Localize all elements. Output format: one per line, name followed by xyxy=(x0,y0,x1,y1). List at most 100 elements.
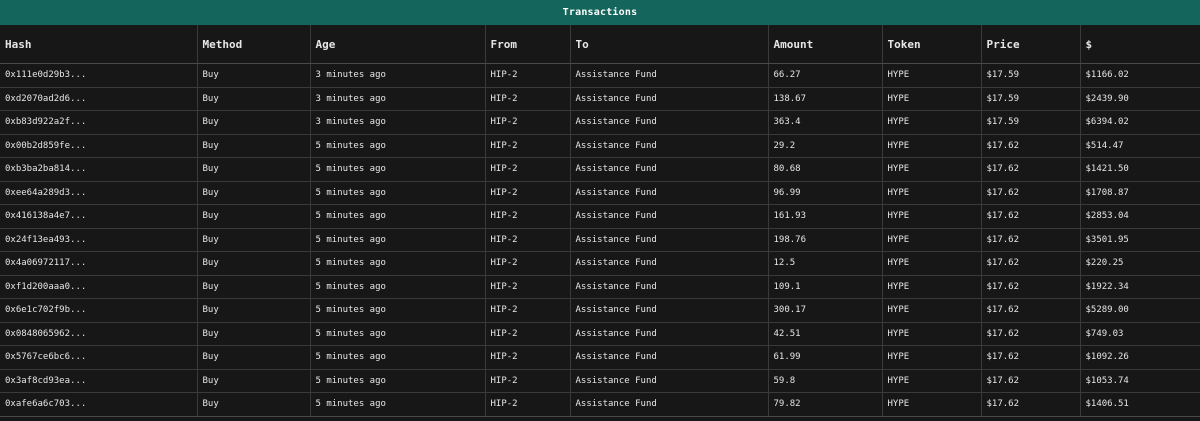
from-cell[interactable]: HIP-2 xyxy=(485,322,571,346)
method-cell: Buy xyxy=(197,322,311,346)
column-header-hash[interactable]: Hash xyxy=(0,25,198,64)
token-cell[interactable]: HYPE xyxy=(882,87,982,111)
from-cell[interactable]: HIP-2 xyxy=(485,369,571,393)
usd-value-cell: $1421.50 xyxy=(1080,157,1200,182)
token-cell[interactable]: HYPE xyxy=(882,345,982,370)
table-row[interactable]: 0x24f13ea493... Buy 5 minutes ago HIP-2 Assi… xyxy=(0,228,1200,252)
token-cell[interactable]: HYPE xyxy=(882,392,982,417)
hash-cell[interactable]: 0x416138a4e7... xyxy=(0,204,198,229)
from-cell[interactable]: HIP-2 xyxy=(485,63,571,88)
table-row[interactable]: 0x4a06972117... Buy 5 minutes ago HIP-2 Assi… xyxy=(0,251,1200,276)
from-cell[interactable]: HIP-2 xyxy=(485,134,571,158)
token-cell[interactable]: HYPE xyxy=(882,157,982,182)
to-cell[interactable]: Assistance Fund xyxy=(570,251,769,276)
hash-cell[interactable]: 0x4a06972117... xyxy=(0,251,198,276)
amount-cell: 109.1 xyxy=(768,275,883,299)
token-cell[interactable]: HYPE xyxy=(882,204,982,229)
to-cell[interactable]: Assistance Fund xyxy=(570,63,769,88)
to-cell[interactable]: Assistance Fund xyxy=(570,228,769,252)
table-row[interactable]: 0xb83d922a2f... Buy 3 minutes ago HIP-2 Assi… xyxy=(0,110,1200,135)
hash-cell[interactable]: 0xb3ba2ba814... xyxy=(0,157,198,182)
column-header-usd[interactable]: $ xyxy=(1080,25,1200,64)
transactions-window: Transactions Hash Method Age From To Amo… xyxy=(0,0,1200,421)
from-cell[interactable]: HIP-2 xyxy=(485,181,571,205)
age-cell: 5 minutes ago xyxy=(310,392,486,417)
column-header-amount[interactable]: Amount xyxy=(768,25,883,64)
hash-cell[interactable]: 0x00b2d859fe... xyxy=(0,134,198,158)
to-cell[interactable]: Assistance Fund xyxy=(570,134,769,158)
from-cell[interactable]: HIP-2 xyxy=(485,345,571,370)
table-row[interactable]: 0xafe6a6c703... Buy 5 minutes ago HIP-2 Assi… xyxy=(0,392,1200,417)
hash-cell[interactable]: 0x24f13ea493... xyxy=(0,228,198,252)
from-cell[interactable]: HIP-2 xyxy=(485,392,571,417)
token-cell[interactable]: HYPE xyxy=(882,110,982,135)
age-cell: 5 minutes ago xyxy=(310,228,486,252)
usd-value-cell: $1092.26 xyxy=(1080,345,1200,370)
age-cell: 3 minutes ago xyxy=(310,87,486,111)
token-cell[interactable]: HYPE xyxy=(882,298,982,323)
from-cell[interactable]: HIP-2 xyxy=(485,157,571,182)
table-row[interactable]: 0x111e0d29b3... Buy 3 minutes ago HIP-2 Assi… xyxy=(0,63,1200,88)
hash-cell[interactable]: 0x111e0d29b3... xyxy=(0,63,198,88)
method-cell: Buy xyxy=(197,87,311,111)
to-cell[interactable]: Assistance Fund xyxy=(570,322,769,346)
token-cell[interactable]: HYPE xyxy=(882,228,982,252)
to-cell[interactable]: Assistance Fund xyxy=(570,204,769,229)
hash-cell[interactable]: 0xd2070ad2d6... xyxy=(0,87,198,111)
column-header-token[interactable]: Token xyxy=(882,25,982,64)
column-header-age[interactable]: Age xyxy=(310,25,486,64)
hash-cell[interactable]: 0xf1d200aaa0... xyxy=(0,275,198,299)
from-cell[interactable]: HIP-2 xyxy=(485,251,571,276)
method-cell: Buy xyxy=(197,392,311,417)
hash-cell[interactable]: 0x0848065962... xyxy=(0,322,198,346)
token-cell[interactable]: HYPE xyxy=(882,63,982,88)
to-cell[interactable]: Assistance Fund xyxy=(570,298,769,323)
to-cell[interactable]: Assistance Fund xyxy=(570,275,769,299)
table-row[interactable]: 0xd2070ad2d6... Buy 3 minutes ago HIP-2 Assi… xyxy=(0,87,1200,111)
usd-value-cell: $514.47 xyxy=(1080,134,1200,158)
table-row[interactable]: 0x3af8cd93ea... Buy 5 minutes ago HIP-2 Assi… xyxy=(0,369,1200,393)
column-header-method[interactable]: Method xyxy=(197,25,311,64)
from-cell[interactable]: HIP-2 xyxy=(485,298,571,323)
column-header-from[interactable]: From xyxy=(485,25,571,64)
from-cell[interactable]: HIP-2 xyxy=(485,228,571,252)
from-cell[interactable]: HIP-2 xyxy=(485,110,571,135)
to-cell[interactable]: Assistance Fund xyxy=(570,157,769,182)
column-header-to[interactable]: To xyxy=(570,25,769,64)
hash-cell[interactable]: 0xee64a289d3... xyxy=(0,181,198,205)
method-cell: Buy xyxy=(197,228,311,252)
usd-value-cell: $6394.02 xyxy=(1080,110,1200,135)
hash-cell[interactable]: 0x6e1c702f9b... xyxy=(0,298,198,323)
to-cell[interactable]: Assistance Fund xyxy=(570,392,769,417)
amount-cell: 42.51 xyxy=(768,322,883,346)
usd-value-cell: $1708.87 xyxy=(1080,181,1200,205)
hash-cell[interactable]: 0xb83d922a2f... xyxy=(0,110,198,135)
hash-cell[interactable]: 0xafe6a6c703... xyxy=(0,392,198,417)
column-header-price[interactable]: Price xyxy=(981,25,1081,64)
from-cell[interactable]: HIP-2 xyxy=(485,204,571,229)
to-cell[interactable]: Assistance Fund xyxy=(570,110,769,135)
to-cell[interactable]: Assistance Fund xyxy=(570,369,769,393)
table-row[interactable]: 0x00b2d859fe... Buy 5 minutes ago HIP-2 Assi… xyxy=(0,134,1200,158)
table-row[interactable]: 0x6e1c702f9b... Buy 5 minutes ago HIP-2 Assi… xyxy=(0,298,1200,323)
table-row[interactable]: 0x5767ce6bc6... Buy 5 minutes ago HIP-2 Assi… xyxy=(0,345,1200,370)
token-cell[interactable]: HYPE xyxy=(882,275,982,299)
hash-cell[interactable]: 0x3af8cd93ea... xyxy=(0,369,198,393)
token-cell[interactable]: HYPE xyxy=(882,181,982,205)
token-cell[interactable]: HYPE xyxy=(882,134,982,158)
token-cell[interactable]: HYPE xyxy=(882,322,982,346)
table-row[interactable]: 0x0848065962... Buy 5 minutes ago HIP-2 Assi… xyxy=(0,322,1200,346)
hash-cell[interactable]: 0x5767ce6bc6... xyxy=(0,345,198,370)
table-row[interactable]: 0xf1d200aaa0... Buy 5 minutes ago HIP-2 Assi… xyxy=(0,275,1200,299)
token-cell[interactable]: HYPE xyxy=(882,251,982,276)
to-cell[interactable]: Assistance Fund xyxy=(570,181,769,205)
table-row[interactable]: 0xee64a289d3... Buy 5 minutes ago HIP-2 Assi… xyxy=(0,181,1200,205)
price-cell: $17.59 xyxy=(981,63,1081,88)
from-cell[interactable]: HIP-2 xyxy=(485,87,571,111)
to-cell[interactable]: Assistance Fund xyxy=(570,345,769,370)
table-row[interactable]: 0x416138a4e7... Buy 5 minutes ago HIP-2 Assi… xyxy=(0,204,1200,229)
to-cell[interactable]: Assistance Fund xyxy=(570,87,769,111)
from-cell[interactable]: HIP-2 xyxy=(485,275,571,299)
table-row[interactable]: 0xb3ba2ba814... Buy 5 minutes ago HIP-2 Assi… xyxy=(0,157,1200,182)
token-cell[interactable]: HYPE xyxy=(882,369,982,393)
